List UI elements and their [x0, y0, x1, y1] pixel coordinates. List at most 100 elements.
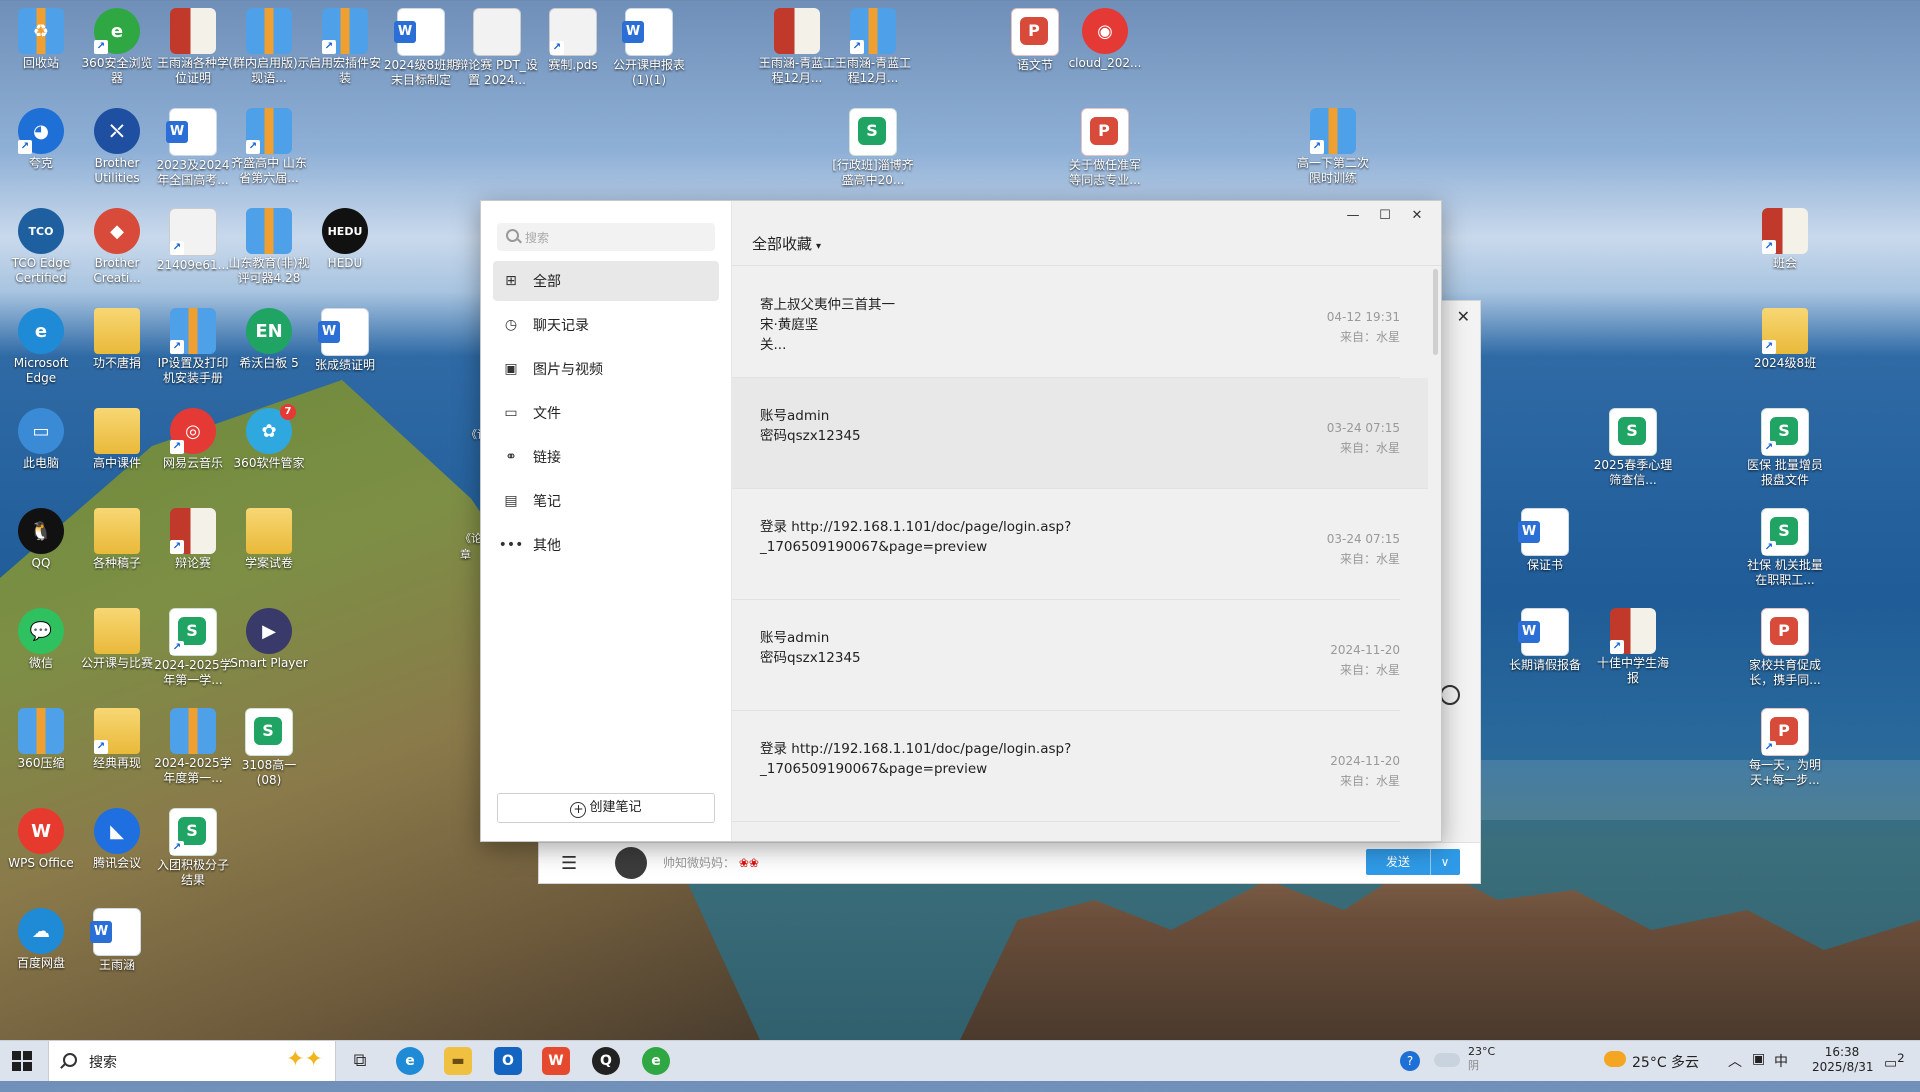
desktop-icon-1-1[interactable]: 公开课申报表 (1)(1) — [608, 4, 690, 94]
edge-taskbar-icon[interactable]: e — [396, 1047, 424, 1075]
weather-widget[interactable]: 23°C 阴 — [1468, 1045, 1495, 1085]
nav-item-more[interactable]: ••• 其他 — [493, 525, 719, 565]
maximize-icon[interactable]: ☐ — [1369, 205, 1401, 227]
desktop-icon-file[interactable]: 王雨涵 — [76, 904, 158, 994]
wps-taskbar-icon[interactable]: W — [542, 1047, 570, 1075]
scrollbar[interactable] — [1433, 269, 1438, 355]
weather-summary[interactable]: 25°C 多云 — [1632, 1052, 1699, 1092]
desktop-icon-file[interactable]: ◕ 夸克 — [0, 104, 82, 194]
desktop-icon-360[interactable]: ✿ 7 360软件管家 — [228, 404, 310, 494]
chevron-up-icon[interactable]: ︿ — [1728, 1051, 1742, 1091]
desktop-icon-ip[interactable]: IP设置及打印机安装手册 — [152, 304, 234, 394]
nav-item-grid[interactable]: ⊞ 全部 — [493, 261, 719, 301]
desktop-icon-wps-office[interactable]: W WPS Office — [0, 804, 82, 894]
start-button[interactable] — [12, 1051, 32, 1071]
desktop-icon-file[interactable]: 家校共育促成长，携手同... — [1744, 604, 1826, 694]
desktop-icon-file[interactable]: (群内启用版)示现语... — [228, 4, 310, 94]
desktop-icon-file[interactable]: 每一天，为明天+每一步... — [1744, 704, 1826, 794]
desktop-icon-file[interactable]: 王雨涵各种学位证明 — [152, 4, 234, 94]
desktop-icon-file[interactable]: 高中课件 — [76, 404, 158, 494]
desktop-icon-3108-08[interactable]: 3108高一 (08) — [228, 704, 310, 794]
desktop-icon-brother-creati[interactable]: ◆ Brother Creati... — [76, 204, 158, 294]
desktop-icon-21409e61[interactable]: 21409e61... — [152, 204, 234, 294]
help-icon[interactable]: ? — [1400, 1051, 1420, 1071]
desktop-icon-hedu[interactable]: HEDU HEDU — [304, 204, 386, 294]
desktop-icon-microsoft-edge[interactable]: e Microsoft Edge — [0, 304, 82, 394]
desktop-icon-360[interactable]: 360压缩 — [0, 704, 82, 794]
desktop-icon-file[interactable]: 保证书 — [1504, 504, 1586, 594]
close-icon[interactable]: ✕ — [1401, 205, 1433, 227]
desktop-icon-file[interactable]: 学案试卷 — [228, 504, 310, 594]
minimize-icon[interactable]: — — [1337, 205, 1369, 227]
clock[interactable]: 16:38 2025/8/31 — [1812, 1045, 1874, 1085]
favorite-item[interactable]: 账号admin 密码qszx12345 03-24 07:15 来自：水星 — [732, 378, 1428, 489]
desktop-icon-360[interactable]: e360安全浏览器 — [76, 4, 158, 94]
desktop-icon-file[interactable]: 社保 机关批量在职职工... — [1744, 504, 1826, 594]
desktop-icon-20[interactable]: [行政班]淄博齐盛高中20... — [832, 104, 914, 194]
desktop-icon-2024-8[interactable]: 2024级8班 — [1744, 304, 1826, 394]
qq-taskbar-icon[interactable]: Q — [592, 1047, 620, 1075]
desktop-icon-4-28[interactable]: 山东教育(非)视评可器4.28 — [228, 204, 310, 294]
send-button[interactable]: 发送 ∨ — [1366, 849, 1460, 875]
desktop-icon-brother-utilities[interactable]: ⛌ Brother Utilities — [76, 104, 158, 194]
desktop-icon-file[interactable]: 关于做任准军等同志专业... — [1064, 104, 1146, 194]
desktop-icon-file[interactable]: 各种稿子 — [76, 504, 158, 594]
desktop-icon-file[interactable]: 功不唐捐 — [76, 304, 158, 394]
nav-item-history[interactable]: ◷ 聊天记录 — [493, 305, 719, 345]
desktop-icon-5[interactable]: EN 希沃白板 5 — [228, 304, 310, 394]
desktop-icon-file[interactable]: 入团积极分子结果 — [152, 804, 234, 894]
desktop-icon-file[interactable]: 经典再现 — [76, 704, 158, 794]
history-icon[interactable] — [1440, 685, 1460, 705]
desktop-icon-pdt-2024[interactable]: 辩论赛 PDT_设置 2024... — [456, 4, 538, 94]
desktop-icon-2023-2024[interactable]: 2023及2024年全国高考... — [152, 104, 234, 194]
nav-item-note[interactable]: ▤ 笔记 — [493, 481, 719, 521]
desktop-icon-tco-edge-certified[interactable]: TCO TCO Edge Certified — [0, 204, 82, 294]
desktop-icon-file[interactable]: 班会 — [1744, 204, 1826, 294]
desktop-icon-pds[interactable]: 赛制.pds — [532, 4, 614, 94]
desktop-icon-2025[interactable]: 2025春季心理筛查信... — [1592, 404, 1674, 494]
desktop-icon-12[interactable]: 王雨涵-青蓝工程12月... — [756, 4, 838, 94]
desktop-icon-cloud-202[interactable]: ◉ cloud_202... — [1064, 4, 1146, 94]
favorite-item[interactable]: 登录 http://192.168.1.101/doc/page/login.a… — [732, 489, 1400, 600]
nav-item-image[interactable]: ▣ 图片与视频 — [493, 349, 719, 389]
desktop-icon-file[interactable]: 公开课与比赛 — [76, 604, 158, 694]
desktop-icon-2024-8[interactable]: 2024级8班期末目标制定 — [380, 4, 462, 94]
desktop-icon-file[interactable]: 高一下第二次限时训练 — [1292, 104, 1374, 194]
desktop-icon-2024-2025[interactable]: 2024-2025学年第一学... — [152, 604, 234, 694]
desktop-icon-file[interactable]: 齐盛高中 山东省第六届... — [228, 104, 310, 194]
file-explorer-icon[interactable]: ▬ — [444, 1047, 472, 1075]
desktop-icon-file[interactable]: 张成绩证明 — [304, 304, 386, 394]
avatar[interactable] — [615, 847, 647, 879]
360-browser-taskbar-icon[interactable]: e — [642, 1047, 670, 1075]
nav-item-link[interactable]: ⚭ 链接 — [493, 437, 719, 477]
desktop-icon-2024-2025[interactable]: 2024-2025学年度第一... — [152, 704, 234, 794]
taskbar-search[interactable]: 搜索 ✦✦ — [48, 1041, 336, 1081]
desktop-icon-file[interactable]: ◎ 网易云音乐 — [152, 404, 234, 494]
desktop-icon-qq[interactable]: 🐧 QQ — [0, 504, 82, 594]
favorite-item[interactable]: 寄上叔父夷仲三首其一 宋·黄庭坚 关... 04-12 19:31 来自：水星 — [732, 267, 1400, 378]
close-icon[interactable]: ✕ — [1457, 307, 1470, 326]
menu-icon[interactable]: ☰ — [561, 853, 577, 874]
desktop-icon-smart-player[interactable]: ▶ Smart Player — [228, 604, 310, 694]
desktop-icon-file[interactable]: 启用宏插件安装 — [304, 4, 386, 94]
desktop-icon-file[interactable]: ☁ 百度网盘 — [0, 904, 82, 994]
desktop-icon-file[interactable]: ♻ 回收站 — [0, 4, 82, 94]
network-icon[interactable]: ▣ — [1752, 1051, 1765, 1091]
desktop-icon-file[interactable]: ▭ 此电脑 — [0, 404, 82, 494]
search-input[interactable] — [523, 223, 713, 253]
desktop-icon-file[interactable]: 💬 微信 — [0, 604, 82, 694]
desktop-icon-file[interactable]: ◣ 腾讯会议 — [76, 804, 158, 894]
desktop-icon-file[interactable]: 辩论赛 — [152, 504, 234, 594]
task-view-icon[interactable]: ⧉ — [346, 1047, 374, 1075]
nav-item-folder[interactable]: ▭ 文件 — [493, 393, 719, 433]
desktop-icon-file[interactable]: 医保 批量增员报盘文件 — [1744, 404, 1826, 494]
create-note-button[interactable]: + 创建笔记 — [497, 793, 715, 823]
send-options-dropdown[interactable]: ∨ — [1430, 849, 1459, 875]
notification-icon[interactable]: ▭2 — [1884, 1051, 1905, 1091]
desktop-icon-file[interactable]: 长期请假报备 — [1504, 604, 1586, 694]
desktop-icon-file[interactable]: 十佳中学生海报 — [1592, 604, 1674, 694]
outlook-icon[interactable]: O — [494, 1047, 522, 1075]
favorite-item[interactable]: 账号admin 密码qszx12345 2024-11-20 来自：水星 — [732, 600, 1400, 711]
favorites-filter-dropdown[interactable]: 全部收藏 ▾ — [752, 233, 821, 254]
ime-indicator[interactable]: 中 — [1774, 1051, 1788, 1091]
